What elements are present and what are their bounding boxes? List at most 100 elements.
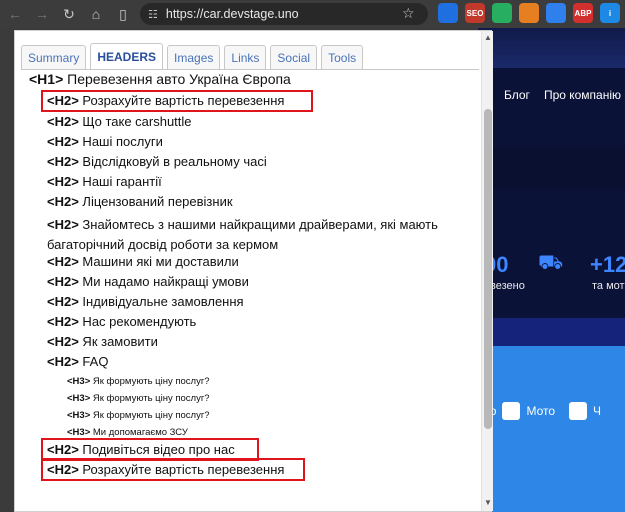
url-text: https://car.devstage.uno: [165, 7, 299, 21]
ext-orange-icon[interactable]: [519, 3, 539, 23]
ext-info-icon[interactable]: i: [600, 3, 620, 23]
header-row-h2[interactable]: <H2> Відслідковуй в реальному часі: [47, 154, 267, 169]
header-row-h2[interactable]: <H2> Знайомтесь з нашими найкращими драй…: [47, 215, 457, 255]
header-tag: <H2>: [47, 274, 79, 289]
header-tag: <H2>: [47, 294, 79, 309]
header-text: Як формують ціну послуг?: [90, 376, 210, 387]
option-moto-checkbox[interactable]: [502, 402, 521, 420]
header-row-h3[interactable]: <H3> Як формують ціну послуг?: [67, 410, 210, 421]
header-row-h2[interactable]: <H2> Ліцензований перевізник: [47, 194, 233, 209]
header-tag: <H2>: [47, 154, 79, 169]
header-row-h2[interactable]: <H2> Ми надамо найкращі умови: [47, 274, 249, 289]
ext-abp-icon[interactable]: ABP: [573, 3, 593, 23]
tab-summary[interactable]: Summary: [21, 45, 87, 69]
header-row-h2[interactable]: <H2> Наші гарантії: [47, 174, 162, 189]
car-icon: ⛟: [538, 252, 564, 274]
header-tag: <H1>: [29, 71, 64, 87]
header-tag: <H2>: [47, 114, 79, 129]
ext-blue-icon[interactable]: [438, 3, 458, 23]
option-moto-label: Мото: [526, 404, 556, 418]
header-row-h3[interactable]: <H3> Як формують ціну послуг?: [67, 376, 210, 387]
header-row-h3[interactable]: <H3> Ми допомагаємо ЗСУ: [67, 427, 188, 438]
header-text: Ми допомагаємо ЗСУ: [90, 427, 188, 438]
ext-seo-icon[interactable]: SEO: [465, 3, 485, 23]
sidebar-icon[interactable]: ▯: [114, 5, 132, 23]
header-row-h2[interactable]: <H2> Наші послуги: [47, 134, 163, 149]
header-text: Відслідковуй в реальному часі: [78, 154, 267, 169]
panel-tabs: Summary HEADERS Images Links Social Tools: [21, 43, 364, 69]
header-text: Ліцензований перевізник: [78, 194, 233, 209]
stat-1-label: везено: [490, 280, 525, 292]
reload-icon[interactable]: ↻: [60, 5, 78, 23]
header-row-h3[interactable]: <H3> Як формують ціну послуг?: [67, 393, 210, 404]
site-settings-icon[interactable]: ☷: [148, 8, 158, 21]
website-background: Блог Про компанію 00 везено ⛟ +12 та мот…: [478, 28, 625, 512]
header-tag: <H2>: [47, 334, 79, 349]
tab-social[interactable]: Social: [270, 45, 318, 69]
header-text: Нас рекомендують: [78, 314, 197, 329]
header-text: Індивідуальне замовлення: [78, 294, 244, 309]
header-row-h2[interactable]: <H2> FAQ: [47, 354, 108, 369]
seo-extension-panel: Summary HEADERS Images Links Social Tools <H1…: [14, 30, 493, 512]
back-arrow-icon[interactable]: ←: [6, 5, 24, 23]
vehicle-options: ато Мото Ч: [478, 402, 601, 420]
home-icon[interactable]: ⌂: [87, 5, 105, 23]
header-text: Як замовити: [78, 334, 158, 349]
header-text: Ми надамо найкращі умови: [78, 274, 249, 289]
header-row-h1[interactable]: <H1> Перевезення авто Україна Європа: [29, 71, 291, 87]
ext-green-icon[interactable]: [492, 3, 512, 23]
header-text: Наші гарантії: [78, 174, 162, 189]
panel-scrollbar[interactable]: ▲ ▼: [481, 31, 493, 511]
header-text: Наші послуги: [78, 134, 163, 149]
header-row-h2[interactable]: <H2> Як замовити: [47, 334, 158, 349]
header-tag: <H2>: [47, 217, 79, 232]
extension-icons: SEO ABP i: [438, 3, 620, 23]
header-text: Знайомтесь з нашими найкращими драйверам…: [47, 217, 438, 252]
header-tag: <H2>: [47, 174, 79, 189]
header-row-h2[interactable]: <H2> Машини які ми доставили: [47, 254, 239, 269]
header-row-h2[interactable]: <H2> Що таке carshuttle: [47, 114, 192, 129]
scrollbar-thumb[interactable]: [484, 109, 492, 429]
ext-doc-icon[interactable]: [546, 3, 566, 23]
forward-arrow-icon[interactable]: →: [33, 5, 51, 23]
option-3-label: Ч: [593, 404, 602, 418]
highlight-box: [41, 458, 305, 481]
header-tag: <H3>: [67, 393, 91, 404]
header-text: FAQ: [78, 354, 109, 369]
header-tag: <H3>: [67, 410, 91, 421]
header-tag: <H2>: [47, 194, 79, 209]
address-bar[interactable]: ☷ https://car.devstage.uno: [140, 3, 428, 25]
header-row-h2[interactable]: <H2> Індивідуальне замовлення: [47, 294, 244, 309]
header-tag: <H2>: [47, 354, 79, 369]
scroll-up-icon[interactable]: ▲: [484, 33, 492, 42]
tab-links[interactable]: Links: [224, 45, 267, 69]
header-tag: <H3>: [67, 376, 91, 387]
header-tag: <H2>: [47, 314, 79, 329]
option-3-checkbox[interactable]: [569, 402, 588, 420]
site-stats: 00 везено ⛟ +12 та мот: [478, 238, 625, 298]
header-text: Як формують ціну послуг?: [90, 393, 210, 404]
bookmark-star-icon[interactable]: ☆: [402, 5, 415, 22]
site-nav-blog[interactable]: Блог: [504, 88, 530, 102]
header-text: Машини які ми доставили: [78, 254, 239, 269]
stat-2-label: та мот: [592, 280, 625, 292]
site-nav-about[interactable]: Про компанію: [544, 88, 621, 102]
tab-images[interactable]: Images: [167, 45, 221, 69]
tab-headers[interactable]: HEADERS: [90, 43, 164, 69]
stat-2-value: +12: [590, 252, 625, 277]
site-header-strip: [478, 28, 625, 68]
header-row-h2[interactable]: <H2> Нас рекомендують: [47, 314, 196, 329]
header-text: Що таке carshuttle: [78, 114, 192, 129]
site-nav: Блог Про компанію: [478, 80, 625, 110]
header-text: Як формують ціну послуг?: [90, 410, 210, 421]
headers-list: <H1> Перевезення авто Україна Європа <H2>…: [15, 69, 481, 511]
header-tag: <H2>: [47, 134, 79, 149]
site-light-section: ато Мото Ч: [478, 346, 625, 512]
header-tag: <H3>: [67, 427, 91, 438]
header-tag: <H2>: [47, 254, 79, 269]
highlight-box: [41, 90, 313, 112]
tab-tools[interactable]: Tools: [321, 45, 364, 69]
site-dark-band: [478, 148, 625, 188]
header-text: Перевезення авто Україна Європа: [63, 71, 291, 87]
scroll-down-icon[interactable]: ▼: [484, 498, 492, 507]
